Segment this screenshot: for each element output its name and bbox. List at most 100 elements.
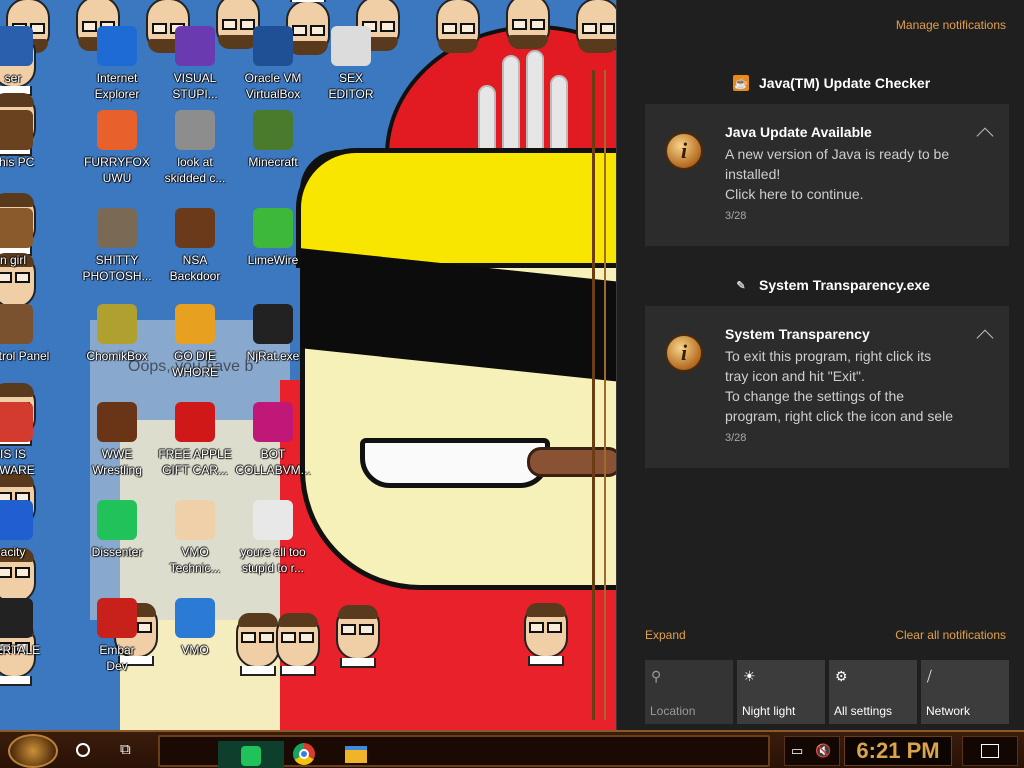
desktop-icon[interactable]: FURRYFOX UWU xyxy=(78,110,156,186)
desktop-icon[interactable]: youre all too stupid to r... xyxy=(234,500,312,576)
wallpaper-character xyxy=(518,600,574,666)
sun-icon: ☀ xyxy=(743,668,756,684)
wallpaper-hand xyxy=(478,45,572,155)
desktop-icon-label: Dissenter xyxy=(91,545,143,559)
desktop-icon[interactable]: SHITTY PHOTOSH... xyxy=(78,208,156,284)
notification-group-java[interactable]: ☕ Java(TM) Update Checker xyxy=(733,75,930,91)
taskbar-app-file-explorer[interactable] xyxy=(344,742,368,766)
desktop-icon[interactable]: This PC xyxy=(0,110,52,170)
expand-link[interactable]: Expand xyxy=(645,628,686,642)
quick-action-night-light[interactable]: ☀ Night light xyxy=(737,660,825,724)
desktop-icon-label: Oracle VM VirtualBox xyxy=(244,71,302,101)
desktop-icon[interactable]: LimeWire xyxy=(234,208,312,268)
info-icon: i xyxy=(665,334,703,372)
wallpaper-character xyxy=(500,0,556,52)
desktop-icon-label: IS IS YWARE xyxy=(0,447,35,477)
quick-action-label: All settings xyxy=(834,704,893,718)
desktop-icon[interactable]: VMO Technic... xyxy=(156,500,234,576)
desktop-icon[interactable]: n girl xyxy=(0,208,52,268)
toast-title: Java Update Available xyxy=(725,124,872,140)
doctor-icon xyxy=(175,500,215,540)
network-tray-icon[interactable]: ▭ xyxy=(791,743,803,759)
dissenter-icon xyxy=(241,746,261,766)
unity-icon xyxy=(0,598,33,638)
collapse-chevron-icon[interactable] xyxy=(976,127,994,145)
collapse-chevron-icon[interactable] xyxy=(976,329,994,347)
monitor-icon xyxy=(253,402,293,442)
desktop-icon[interactable]: NSA Backdoor xyxy=(156,208,234,284)
desktop-icon-label: This PC xyxy=(0,155,35,169)
quick-action-label: Night light xyxy=(742,704,796,718)
desktop-icon[interactable]: DERTALE xyxy=(0,598,52,658)
desktop-icon-label: LimeWire xyxy=(247,253,299,267)
desktop-icon-label: VMO xyxy=(181,643,209,657)
desktop-icon[interactable]: ChomikBox xyxy=(78,304,156,364)
desktop-icon[interactable]: NjRat.exe xyxy=(234,304,312,364)
action-center-button[interactable] xyxy=(962,736,1018,766)
desktop-icon[interactable]: ser xyxy=(0,26,52,86)
toast-date: 3/28 xyxy=(725,432,747,444)
taskbar-app-chrome[interactable] xyxy=(292,742,316,766)
desktop-icon[interactable]: VISUAL STUPI... xyxy=(156,26,234,102)
chomikbox-icon xyxy=(97,304,137,344)
virtualbox-icon xyxy=(253,26,293,66)
taskbar-app-dissenter[interactable] xyxy=(218,741,284,768)
minecraft-icon xyxy=(253,110,293,150)
desktop-icon[interactable]: Minecraft xyxy=(234,110,312,170)
manage-notifications-link[interactable]: Manage notifications xyxy=(896,18,1006,32)
wallpaper-character xyxy=(330,602,386,668)
desktop-icon[interactable]: Control Panel xyxy=(0,304,52,364)
chrome-icon xyxy=(293,743,315,765)
quick-action-location[interactable]: ⚲ Location xyxy=(645,660,733,724)
firefox-icon xyxy=(97,110,137,150)
desktop-icon-label: FURRYFOX UWU xyxy=(84,155,150,185)
desktop-icon[interactable]: Embar Dev xyxy=(78,598,156,674)
desktop-icon[interactable]: SEX EDITOR xyxy=(312,26,390,102)
volume-muted-icon[interactable]: 🔇 xyxy=(815,743,831,759)
desktop-icon[interactable]: GO DIE WHORE xyxy=(156,304,234,380)
audacity-icon xyxy=(0,500,33,540)
notification-icon xyxy=(981,744,999,758)
desktop-icon[interactable]: FREE APPLE GIFT CAR... xyxy=(156,402,234,478)
desktop-icon[interactable]: Oracle VM VirtualBox xyxy=(234,26,312,102)
clock[interactable]: 6:21 PM xyxy=(844,736,952,766)
tv-cabinet-icon xyxy=(97,402,137,442)
desktop-icon-label: look at skidded c... xyxy=(164,155,226,185)
desktop-icon[interactable]: IS IS YWARE xyxy=(0,402,52,478)
notification-toast-java[interactable]: i Java Update Available A new version of… xyxy=(645,104,1009,246)
desktop-icon[interactable]: WWE Wrestling xyxy=(78,402,156,478)
notification-group-title: Java(TM) Update Checker xyxy=(759,75,931,91)
desktop-icon-label: Minecraft xyxy=(248,155,298,169)
clear-all-notifications-link[interactable]: Clear all notifications xyxy=(895,628,1006,642)
taskbar: ⧉ ▭ 🔇 6:21 PM xyxy=(0,730,1024,768)
desktop-icon-label: WWE Wrestling xyxy=(92,447,142,477)
desktop: Oops, you have b ser Internet Explorer VIS… xyxy=(0,0,616,730)
desktop-icon[interactable]: VMO xyxy=(156,598,234,658)
lightbulb-icon xyxy=(0,304,33,344)
desktop-icon[interactable]: acity xyxy=(0,500,52,560)
desktop-icon-label: n girl xyxy=(0,253,26,267)
start-button[interactable] xyxy=(8,734,58,768)
desktop-icon[interactable]: look at skidded c... xyxy=(156,110,234,186)
toast-body: To exit this program, right click its tr… xyxy=(725,348,953,424)
wallpaper-wire xyxy=(592,70,606,720)
sketch-face-icon xyxy=(253,500,293,540)
desktop-icon-label: GO DIE WHORE xyxy=(172,349,218,379)
quick-action-all-settings[interactable]: ⚙ All settings xyxy=(829,660,917,724)
quick-action-label: Location xyxy=(650,704,696,718)
desktop-icon[interactable]: Internet Explorer xyxy=(78,26,156,102)
cortana-search-icon[interactable] xyxy=(76,743,90,757)
location-icon: ⚲ xyxy=(651,668,662,684)
notification-group-system-transparency[interactable]: ✎ System Transparency.exe xyxy=(733,277,930,293)
dissenter-icon xyxy=(97,500,137,540)
task-view-icon[interactable]: ⧉ xyxy=(120,741,131,758)
computer-icon xyxy=(0,110,33,150)
desktop-icon[interactable]: BOT COLLABVM... xyxy=(234,402,312,478)
gear-icon: ⚙ xyxy=(835,668,848,684)
desktop-icon-label: SEX EDITOR xyxy=(328,71,374,101)
notification-toast-system-transparency[interactable]: i System Transparency To exit this progr… xyxy=(645,306,1009,468)
desktop-icon[interactable]: Dissenter xyxy=(78,500,156,560)
desktop-icon-label: FREE APPLE GIFT CAR... xyxy=(158,447,232,477)
wallpaper-hat xyxy=(296,148,616,268)
quick-action-network[interactable]: ⧸ Network xyxy=(921,660,1009,724)
